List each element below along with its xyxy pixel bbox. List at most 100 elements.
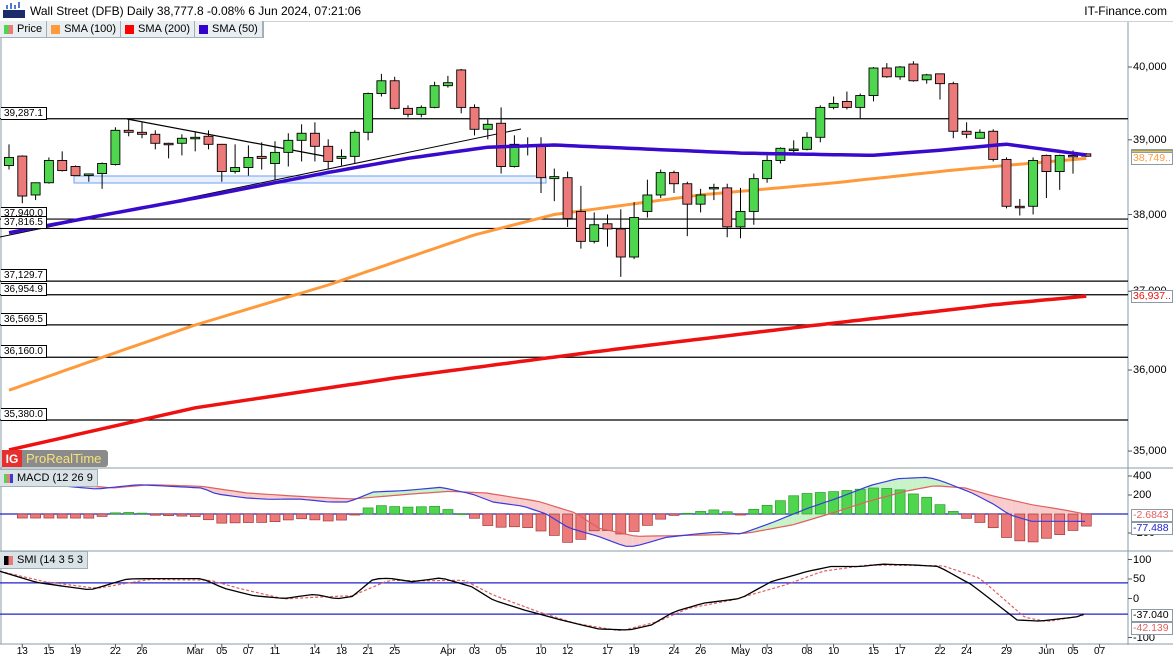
macd-histogram-bar (1041, 513, 1052, 539)
candle-body (841, 100, 852, 108)
candle (323, 139, 334, 170)
candle-body (629, 217, 640, 258)
candle (43, 157, 54, 184)
candle (788, 140, 799, 153)
macd-panel-title[interactable]: MACD (12 26 9 (0, 469, 98, 487)
sma50-swatch-icon (199, 24, 208, 34)
legend-sma-50[interactable]: SMA (50) (195, 21, 263, 37)
x-tick-label: 19 (69, 646, 82, 657)
candle (123, 119, 134, 137)
macd-histogram-bar (775, 500, 786, 515)
smi-panel-title[interactable]: SMI (14 3 5 3 (0, 551, 89, 569)
y-tick-label: 38,000 (1133, 208, 1167, 221)
smi-tag: -42.139 (1131, 622, 1173, 635)
candle-body (669, 172, 679, 185)
macd-histogram-bar (908, 493, 919, 515)
candle (974, 129, 985, 139)
candle (589, 212, 600, 244)
candle-body (722, 187, 733, 228)
candle-body (283, 139, 294, 153)
macd-histogram-bar (16, 513, 28, 519)
legend-sma-200[interactable]: SMA (200) (121, 21, 195, 37)
candle-body (1001, 158, 1012, 207)
legend-label: SMA (200) (138, 23, 190, 35)
macd-histogram-bar (336, 513, 347, 521)
candle-body (549, 176, 560, 180)
candle (868, 67, 879, 102)
candle (828, 96, 839, 110)
candle (456, 68, 467, 114)
macd-histogram-bar (974, 513, 986, 523)
macd-histogram-bar (349, 513, 361, 516)
macd-fill (905, 478, 913, 492)
candle (748, 173, 759, 225)
macd-fill (912, 477, 919, 491)
candle-body (256, 155, 267, 159)
macd-histogram-bar (1067, 513, 1079, 531)
macd-histogram-bar (56, 513, 68, 519)
macd-histogram-bar (628, 513, 640, 532)
macd-histogram-bar (176, 513, 188, 517)
price-chart[interactable] (0, 0, 1173, 660)
macd-histogram-bar (203, 513, 214, 521)
candle-body (150, 133, 161, 144)
macd-histogram-bar (921, 496, 933, 515)
level-label: 36,954.9 (1, 282, 47, 296)
x-tick-label: 08 (801, 646, 813, 657)
candle-body (868, 67, 879, 96)
candle (1028, 157, 1039, 215)
level-label: 35,380.0 (1, 407, 47, 421)
candle-body (1014, 205, 1025, 209)
candle (549, 168, 560, 202)
macd-y-tick-label: 200 (1133, 489, 1152, 501)
macd-histogram-bar (269, 513, 281, 523)
candle (562, 171, 573, 227)
macd-histogram-bar (801, 493, 813, 515)
candle-body (655, 172, 666, 196)
candle (176, 134, 187, 156)
candle-body (97, 163, 108, 175)
x-tick-label: 18 (335, 646, 348, 657)
macd-histogram-bar (495, 513, 507, 528)
candle-body (1068, 154, 1078, 158)
macd-histogram-bar (721, 511, 733, 515)
y-tick-label: 36,000 (1133, 364, 1167, 377)
legend-price[interactable]: Price (0, 21, 48, 37)
candle (669, 170, 679, 193)
prorealtime-watermark: IG ProRealTime (2, 450, 108, 467)
candle (137, 122, 147, 139)
candle-body (855, 95, 866, 108)
candle-body (974, 131, 985, 139)
smi-line (0, 563, 1084, 631)
candle-body (682, 183, 693, 205)
legend-sma-100[interactable]: SMA (100) (47, 21, 122, 37)
macd-histogram-bar (429, 506, 440, 515)
candle (230, 144, 241, 174)
candle (642, 179, 653, 218)
x-tick-label: 14 (309, 646, 321, 657)
level-label: 36,569.5 (1, 312, 47, 326)
candle-body (815, 106, 826, 138)
candle (163, 142, 174, 159)
candle-body (589, 224, 600, 242)
x-tick-label: 13 (16, 646, 28, 657)
candle-body (216, 143, 227, 173)
macd-histogram-bar (362, 507, 374, 515)
candle (403, 105, 413, 118)
candle-body (642, 194, 653, 212)
candle-body (748, 178, 759, 212)
candle-body (615, 228, 626, 258)
candle-body (190, 136, 201, 140)
x-tick-label: 26 (136, 646, 148, 657)
candle-body (442, 82, 453, 87)
candle-body (110, 129, 121, 165)
candle (881, 63, 892, 78)
candle-body (83, 173, 94, 176)
candle-body (921, 74, 932, 81)
candle-body (908, 63, 919, 82)
candle-body (496, 122, 507, 167)
macd-histogram-bar (30, 513, 41, 519)
x-tick-label: 25 (389, 646, 401, 657)
candle (855, 93, 866, 119)
macd-histogram-bar (961, 513, 972, 519)
